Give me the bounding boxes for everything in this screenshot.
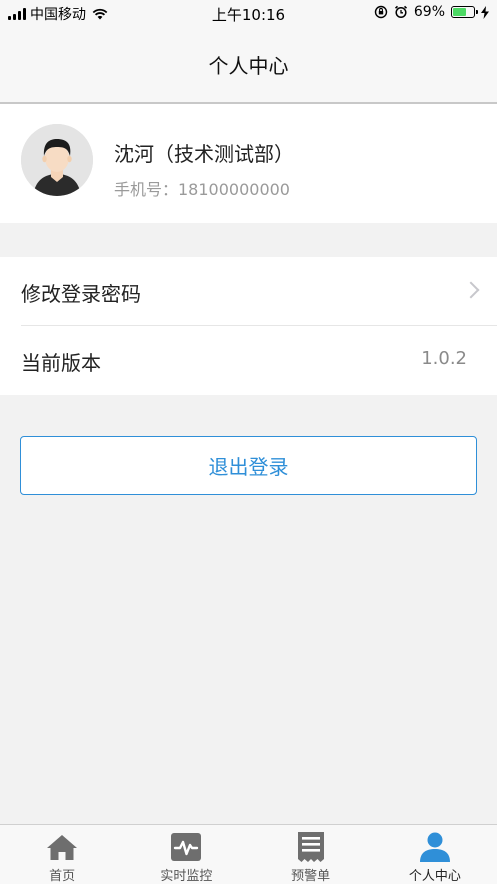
nav-bar: 个人中心 — [0, 26, 497, 104]
menu-item-label: 当前版本 — [21, 351, 101, 375]
charging-icon — [481, 5, 489, 19]
avatar-person-icon — [21, 124, 93, 196]
chevron-right-icon — [462, 281, 480, 299]
tab-bar: 首页 实时监控 预警单 个人中心 — [0, 824, 497, 884]
user-icon — [419, 832, 450, 862]
list-icon — [297, 832, 324, 862]
tab-monitor[interactable]: 实时监控 — [124, 825, 248, 884]
tab-label: 实时监控 — [160, 869, 213, 884]
settings-menu: 修改登录密码 当前版本 1.0.2 — [0, 257, 497, 395]
tab-home[interactable]: 首页 — [0, 825, 124, 884]
version-value: 1.0.2 — [421, 348, 467, 369]
user-name: 沈河（技术测试部） — [114, 142, 294, 166]
avatar — [21, 124, 93, 196]
page-title: 个人中心 — [208, 54, 289, 78]
logout-button[interactable]: 退出登录 — [20, 436, 477, 495]
tab-alerts[interactable]: 预警单 — [249, 825, 373, 884]
profile-card: 沈河（技术测试部） 手机号：18100000000 — [0, 104, 497, 223]
menu-item-label: 修改登录密码 — [21, 282, 141, 306]
home-icon — [47, 835, 78, 860]
alarm-icon — [394, 5, 407, 19]
status-right: 69% — [374, 4, 489, 20]
rotation-lock-icon — [374, 5, 388, 19]
battery-level — [453, 8, 466, 16]
app-version-row: 当前版本 1.0.2 — [0, 326, 497, 394]
battery-icon — [451, 6, 478, 18]
user-phone: 手机号：18100000000 — [114, 180, 290, 199]
tab-label: 首页 — [49, 869, 76, 884]
change-password-row[interactable]: 修改登录密码 — [0, 257, 497, 326]
tab-label: 个人中心 — [408, 869, 461, 884]
monitor-icon — [171, 833, 202, 861]
battery-percent: 69% — [413, 4, 445, 20]
tab-label: 预警单 — [291, 869, 331, 884]
status-bar: 中国移动 上午10:16 69% — [0, 0, 497, 26]
tab-profile[interactable]: 个人中心 — [373, 825, 497, 884]
